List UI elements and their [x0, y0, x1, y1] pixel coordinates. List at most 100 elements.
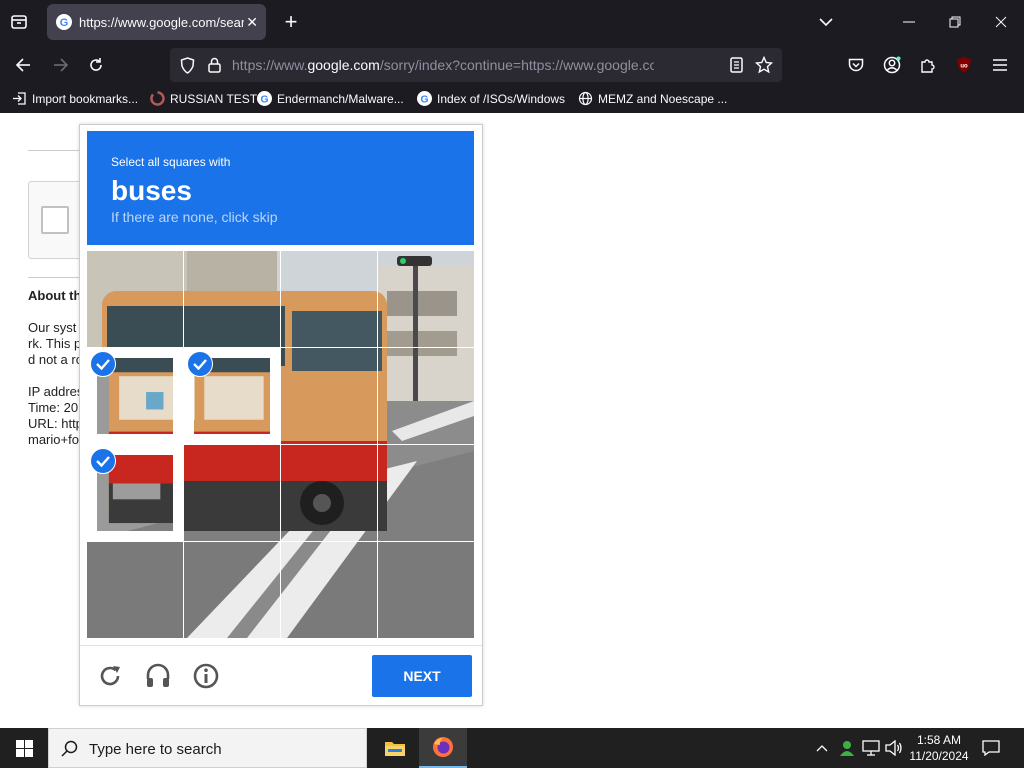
- svg-text:G: G: [420, 94, 428, 105]
- tile-image: [281, 348, 377, 444]
- tile-image: [281, 542, 377, 638]
- restore-icon[interactable]: [944, 11, 966, 33]
- challenge-tile[interactable]: [378, 348, 474, 444]
- ublock-origin-icon[interactable]: uo: [953, 54, 975, 76]
- forward-arrow-icon[interactable]: [50, 54, 72, 76]
- tile-image: [378, 251, 474, 347]
- list-all-tabs-chevron-icon[interactable]: [815, 11, 837, 33]
- recaptcha-challenge: Select all squares with buses If there a…: [79, 124, 483, 706]
- challenge-tile[interactable]: [378, 445, 474, 541]
- tab-close-icon[interactable]: ✕: [246, 14, 258, 31]
- tracking-shield-icon[interactable]: [178, 55, 196, 75]
- tile-selected-check-icon: [90, 351, 116, 377]
- start-windows-icon[interactable]: [0, 728, 48, 768]
- network-icon[interactable]: [861, 738, 881, 758]
- browser-chrome: G https://www.google.com/search ✕ + http…: [0, 0, 1024, 113]
- challenge-tile[interactable]: [87, 251, 183, 347]
- firefox-taskbar-icon[interactable]: [419, 728, 467, 768]
- tile-image: [281, 251, 377, 347]
- bookmark-import[interactable]: Import bookmarks...: [12, 91, 138, 106]
- tile-image: [184, 251, 280, 347]
- notification-center-icon[interactable]: [980, 738, 1002, 758]
- bookmark-memz[interactable]: MEMZ and Noescape ...: [578, 91, 727, 106]
- challenge-tile[interactable]: [184, 251, 280, 347]
- challenge-tile[interactable]: [184, 445, 280, 541]
- challenge-tile[interactable]: [281, 251, 377, 347]
- challenge-tile[interactable]: [281, 542, 377, 638]
- svg-text:uo: uo: [960, 64, 968, 70]
- volume-icon[interactable]: [884, 738, 904, 758]
- challenge-tile[interactable]: [281, 348, 377, 444]
- menu-hamburger-icon[interactable]: [989, 54, 1011, 76]
- google-favicon-icon: G: [56, 14, 72, 30]
- next-button[interactable]: NEXT: [372, 655, 472, 697]
- tile-image: [378, 542, 474, 638]
- about-heading: About th: [28, 288, 82, 303]
- bookmark-star-icon[interactable]: [754, 55, 774, 75]
- tab-list-icon[interactable]: [8, 11, 30, 33]
- url-bar[interactable]: https://www.google.com/sorry/index?conti…: [170, 48, 782, 82]
- tab-strip: G https://www.google.com/search ✕ +: [0, 0, 1024, 44]
- minimize-icon[interactable]: [898, 11, 920, 33]
- tile-image: [378, 348, 474, 444]
- tile-image: [87, 251, 183, 347]
- show-hidden-icons-chevron-icon[interactable]: [814, 739, 830, 757]
- challenge-tile[interactable]: [184, 348, 280, 444]
- search-placeholder: Type here to search: [89, 741, 222, 758]
- challenge-hint: If there are none, click skip: [111, 209, 278, 225]
- challenge-tile[interactable]: [378, 542, 474, 638]
- challenge-image-grid: [87, 251, 474, 638]
- account-icon[interactable]: [881, 54, 903, 76]
- globe-icon: [578, 91, 593, 106]
- recaptcha-checkbox[interactable]: [41, 206, 69, 234]
- google-favicon-icon: G: [257, 91, 272, 106]
- bookmark-endermanch[interactable]: G Endermanch/Malware...: [257, 91, 404, 106]
- new-tab-icon[interactable]: +: [280, 9, 302, 34]
- bookmark-site-icon: [150, 91, 165, 106]
- search-icon: [61, 740, 78, 757]
- help-info-icon[interactable]: [192, 662, 220, 690]
- bookmark-russian-test[interactable]: RUSSIAN TEST: [150, 91, 257, 106]
- back-arrow-icon[interactable]: [12, 54, 34, 76]
- page-body-text: Our syst rk. This p d not a ro IP addres…: [28, 320, 84, 447]
- challenge-tile[interactable]: [281, 445, 377, 541]
- google-favicon-icon: G: [417, 91, 432, 106]
- system-clock[interactable]: 1:58 AM 11/20/2024: [906, 732, 972, 764]
- reader-view-icon[interactable]: [727, 55, 745, 75]
- tile-image: [378, 445, 474, 541]
- tile-selected-check-icon: [187, 351, 213, 377]
- challenge-target: buses: [111, 175, 192, 206]
- tab-google[interactable]: G https://www.google.com/search ✕: [47, 4, 266, 40]
- tile-selected-check-icon: [90, 448, 116, 474]
- tile-image: [184, 445, 280, 541]
- bookmark-isos-windows[interactable]: G Index of /ISOs/Windows: [417, 91, 565, 106]
- reload-challenge-icon[interactable]: [96, 662, 124, 690]
- svg-text:G: G: [60, 17, 69, 29]
- lock-icon[interactable]: [205, 55, 223, 75]
- clock-date: 11/20/2024: [909, 749, 969, 763]
- challenge-tile[interactable]: [87, 542, 183, 638]
- audio-challenge-headphones-icon[interactable]: [144, 662, 172, 690]
- file-explorer-icon[interactable]: [371, 728, 419, 768]
- challenge-tile[interactable]: [184, 542, 280, 638]
- challenge-footer: NEXT: [80, 645, 482, 706]
- reload-icon[interactable]: [85, 54, 107, 76]
- extensions-puzzle-icon[interactable]: [917, 54, 939, 76]
- pocket-icon[interactable]: [845, 54, 867, 76]
- tile-image: [184, 542, 280, 638]
- clock-time: 1:58 AM: [916, 733, 962, 747]
- windows-taskbar: Type here to search 1:58 AM 11/20/2024: [0, 728, 1024, 768]
- tab-title: https://www.google.com/search: [79, 14, 244, 30]
- challenge-instruction: Select all squares with: [111, 155, 231, 169]
- url-text: https://www.google.com/sorry/index?conti…: [232, 57, 654, 73]
- svg-text:G: G: [260, 94, 268, 105]
- tray-people-icon[interactable]: [837, 738, 857, 758]
- challenge-header: Select all squares with buses If there a…: [87, 131, 474, 245]
- import-icon: [13, 92, 26, 105]
- challenge-tile[interactable]: [378, 251, 474, 347]
- challenge-tile[interactable]: [87, 348, 183, 444]
- taskbar-search-box[interactable]: Type here to search: [48, 728, 367, 768]
- close-window-icon[interactable]: [990, 11, 1012, 33]
- tile-image: [87, 542, 183, 638]
- challenge-tile[interactable]: [87, 445, 183, 541]
